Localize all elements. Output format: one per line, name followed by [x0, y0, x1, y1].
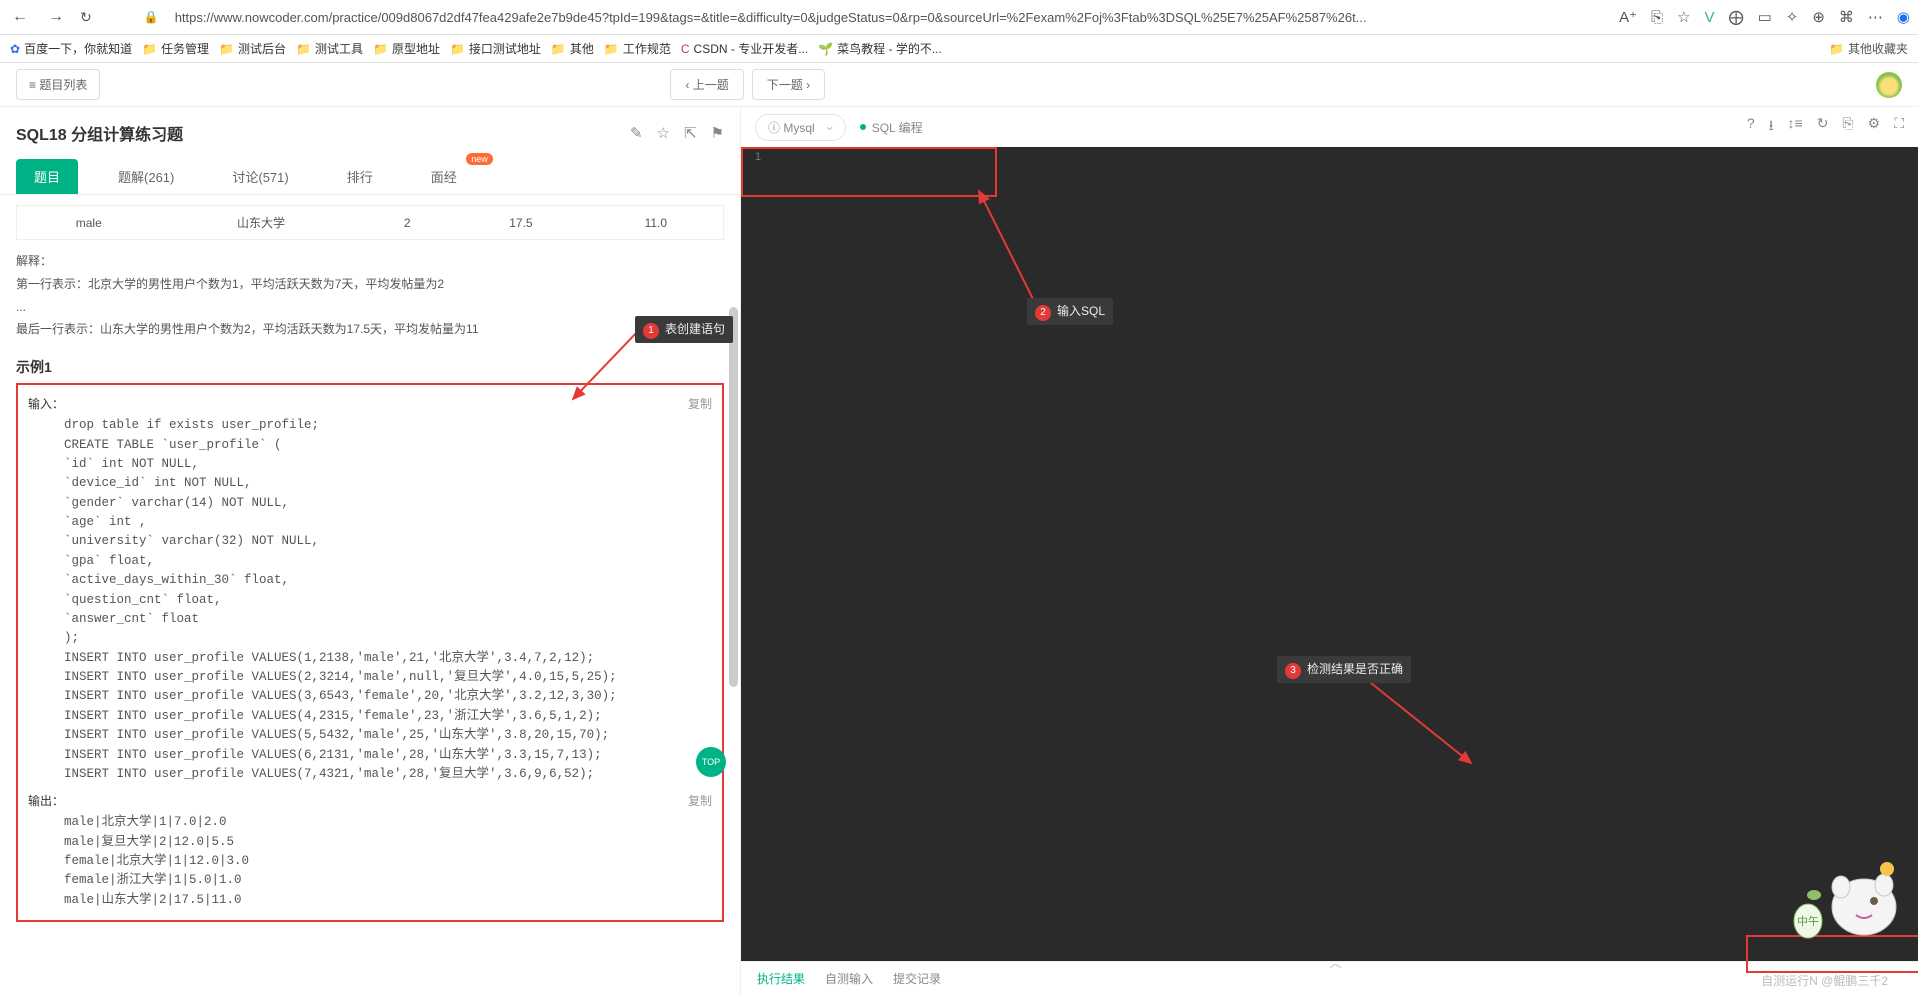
- explanation: 解释： 第一行表示：北京大学的男性用户个数为1，平均活跃天数为7天，平均发帖量为…: [16, 250, 724, 341]
- other-bookmarks[interactable]: 📁其他收藏夹: [1829, 40, 1908, 57]
- editor-highlight-box: [741, 147, 997, 197]
- bookmark-test-back[interactable]: 📁测试后台: [219, 40, 286, 57]
- page-topbar: ≡ 题目列表 ‹ 上一题 下一题 ›: [0, 63, 1918, 107]
- exp-dots: ...: [16, 296, 724, 319]
- chevron-up-icon[interactable]: ︿: [1330, 954, 1342, 971]
- bookmark-baidu[interactable]: ✿百度一下，你就知道: [10, 40, 132, 57]
- fullscreen-icon[interactable]: ⛶: [1894, 115, 1904, 139]
- cell-avg1: 17.5: [453, 206, 589, 240]
- problem-panel: SQL18 分组计算练习题 ✎ ☆ ⇱ ⚑ 题目 题解(261) 讨论(571)…: [0, 107, 740, 995]
- bookmark-csdn[interactable]: CCSDN - 专业开发者...: [681, 40, 808, 57]
- extensions-icon[interactable]: ⨁: [1729, 8, 1744, 26]
- example-box: 输入： 复制 drop table if exists user_profile…: [16, 383, 724, 922]
- prev-problem-button[interactable]: ‹ 上一题: [670, 69, 743, 100]
- output-code: male|北京大学|1|7.0|2.0 male|复旦大学|2|12.0|5.5…: [28, 813, 712, 910]
- mode-label: SQL 编程: [860, 119, 923, 136]
- new-badge: new: [466, 153, 493, 165]
- status-dot-icon: [860, 124, 866, 130]
- cell-avg2: 11.0: [589, 206, 724, 240]
- next-problem-button[interactable]: 下一题 ›: [752, 69, 825, 100]
- tab-rank[interactable]: 排行: [329, 159, 391, 194]
- edit-icon[interactable]: ✎: [630, 124, 643, 142]
- editor-toolbar: ⓘ Mysql SQL 编程 ? ⭳ ↕≡ ↻ ⎘ ⚙ ⛶: [741, 107, 1918, 147]
- annotation-2: 2输入SQL: [1027, 298, 1113, 325]
- tab-problem[interactable]: 题目: [16, 159, 78, 194]
- exp-label: 解释：: [16, 250, 724, 273]
- sample-table: male 山东大学 2 17.5 11.0: [16, 205, 724, 240]
- app-icon[interactable]: ⌘: [1839, 8, 1854, 26]
- tab-solutions[interactable]: 题解(261): [100, 159, 192, 194]
- lock-icon: 🔒: [144, 10, 159, 24]
- vue-devtools-icon[interactable]: V: [1705, 9, 1715, 26]
- cell-count: 2: [361, 206, 453, 240]
- db-selector[interactable]: ⓘ Mysql: [755, 114, 846, 141]
- bookmark-proto[interactable]: 📁原型地址: [373, 40, 440, 57]
- download-icon[interactable]: ⭳: [1769, 115, 1774, 139]
- user-avatar[interactable]: [1876, 72, 1902, 98]
- refresh-button[interactable]: ↻: [80, 9, 92, 26]
- bookmark-spec[interactable]: 📁工作规范: [604, 40, 671, 57]
- copilot-icon[interactable]: ◉: [1897, 8, 1910, 26]
- copy-output-button[interactable]: 复制: [688, 792, 712, 809]
- annotation-3: 3检测结果是否正确: [1277, 656, 1411, 683]
- exp-line-1: 第一行表示：北京大学的男性用户个数为1，平均活跃天数为7天，平均发帖量为2: [16, 273, 724, 296]
- scrollbar[interactable]: [729, 307, 738, 687]
- address-bar[interactable]: https://www.nowcoder.com/practice/009d80…: [171, 8, 1607, 27]
- share-icon[interactable]: ⇱: [684, 124, 697, 142]
- run-button-highlight: [1746, 935, 1918, 973]
- format-icon[interactable]: ↕≡: [1788, 115, 1803, 139]
- exp-line-2: 最后一行表示：山东大学的男性用户个数为2，平均活跃天数为17.5天，平均发帖量为…: [16, 318, 724, 341]
- tab-self-input[interactable]: 自测输入: [825, 970, 873, 987]
- input-code: drop table if exists user_profile; CREAT…: [28, 416, 712, 784]
- browser-toolbar: ← → ↻ 🔒 https://www.nowcoder.com/practic…: [0, 0, 1918, 35]
- tab-run-result[interactable]: 执行结果: [757, 970, 805, 987]
- settings-icon[interactable]: ⚙: [1868, 115, 1881, 139]
- star-icon[interactable]: ☆: [657, 124, 670, 142]
- favorites-bar-icon[interactable]: ✧: [1786, 8, 1799, 26]
- reset-icon[interactable]: ↻: [1817, 115, 1829, 139]
- browser-actions: A⁺ ⎘ ☆ V ⨁ ▭ ✧ ⊕ ⌘ ⋯ ◉: [1619, 8, 1910, 26]
- tab-submissions[interactable]: 提交记录: [893, 970, 941, 987]
- tab-actions-icon[interactable]: ⎘: [1651, 9, 1663, 26]
- annotation-1: 1表创建语句: [635, 316, 733, 343]
- scroll-top-button[interactable]: TOP: [696, 747, 726, 777]
- bookmark-other[interactable]: 📁其他: [551, 40, 594, 57]
- bookmarks-bar: ✿百度一下，你就知道 📁任务管理 📁测试后台 📁测试工具 📁原型地址 📁接口测试…: [0, 35, 1918, 63]
- result-tabs: ︿ 执行结果 自测输入 提交记录 自测运行N @鲲鹏三千2: [741, 961, 1918, 995]
- problem-title: SQL18 分组计算练习题: [16, 121, 183, 145]
- feedback-icon[interactable]: ⚑: [711, 124, 724, 142]
- bookmark-api-test[interactable]: 📁接口测试地址: [450, 40, 541, 57]
- bookmark-tasks[interactable]: 📁任务管理: [142, 40, 209, 57]
- bookmark-runoob[interactable]: 🌱菜鸟教程 - 学的不...: [818, 40, 942, 57]
- back-button[interactable]: ←: [8, 8, 32, 26]
- help-icon[interactable]: ?: [1747, 115, 1755, 139]
- code-editor[interactable]: 1 2输入SQL 3检测结果是否正确: [741, 147, 1918, 961]
- watermark-text: 自测运行N @鲲鹏三千2: [1761, 972, 1888, 989]
- bookmark-test-tools[interactable]: 📁测试工具: [296, 40, 363, 57]
- input-label: 输入：: [28, 395, 64, 412]
- cell-univ: 山东大学: [161, 206, 362, 240]
- favorite-icon[interactable]: ☆: [1677, 8, 1690, 26]
- history-icon[interactable]: ⊕: [1812, 8, 1825, 26]
- copy-icon[interactable]: ⎘: [1842, 115, 1853, 139]
- tab-interview[interactable]: 面经new: [413, 159, 475, 194]
- copy-input-button[interactable]: 复制: [688, 395, 712, 412]
- cell-gender: male: [17, 206, 161, 240]
- problem-tabs: 题目 题解(261) 讨论(571) 排行 面经new: [0, 159, 740, 195]
- forward-button[interactable]: →: [44, 8, 68, 26]
- problem-list-button[interactable]: ≡ 题目列表: [16, 69, 100, 100]
- problem-body[interactable]: male 山东大学 2 17.5 11.0 解释： 第一行表示：北京大学的男性用…: [0, 195, 740, 995]
- editor-panel: ⓘ Mysql SQL 编程 ? ⭳ ↕≡ ↻ ⎘ ⚙ ⛶ 1 2输入SQL 3…: [740, 107, 1918, 995]
- collections-icon[interactable]: ▭: [1758, 8, 1772, 26]
- more-icon[interactable]: ⋯: [1868, 8, 1883, 26]
- example-title: 示例1: [16, 357, 724, 377]
- tab-discuss[interactable]: 讨论(571): [214, 159, 306, 194]
- output-label: 输出：: [28, 792, 64, 809]
- read-aloud-icon[interactable]: A⁺: [1619, 8, 1637, 26]
- line-number: 1: [755, 151, 761, 163]
